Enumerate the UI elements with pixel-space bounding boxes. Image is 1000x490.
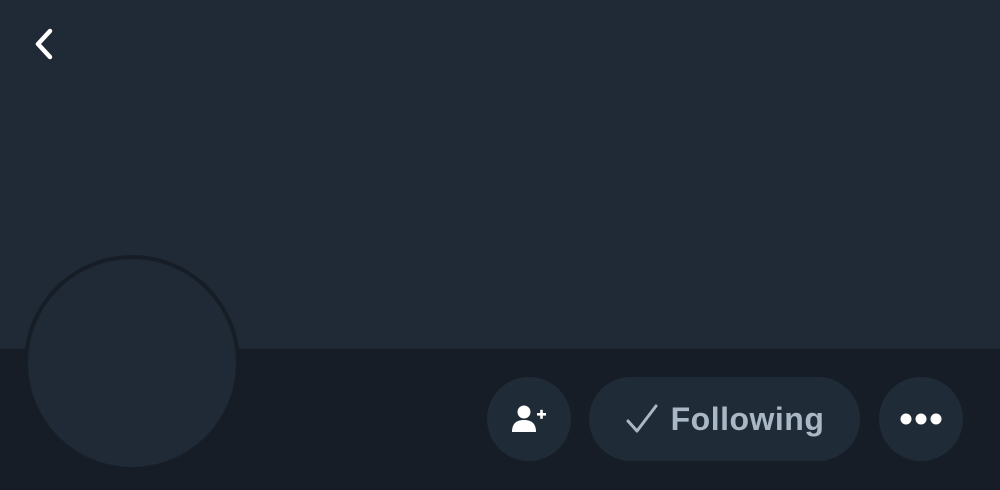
avatar-image bbox=[28, 259, 236, 467]
ellipsis-icon bbox=[900, 413, 942, 425]
more-options-button[interactable] bbox=[879, 377, 963, 461]
profile-screen: Following bbox=[0, 0, 1000, 490]
following-label: Following bbox=[670, 400, 825, 437]
follow-suggest-button[interactable] bbox=[487, 377, 571, 461]
back-button[interactable] bbox=[22, 22, 66, 66]
following-button[interactable]: Following bbox=[589, 377, 860, 461]
checkmark-icon bbox=[625, 402, 659, 436]
person-plus-icon bbox=[511, 404, 547, 434]
avatar[interactable] bbox=[24, 255, 240, 471]
chevron-left-icon bbox=[32, 26, 56, 62]
